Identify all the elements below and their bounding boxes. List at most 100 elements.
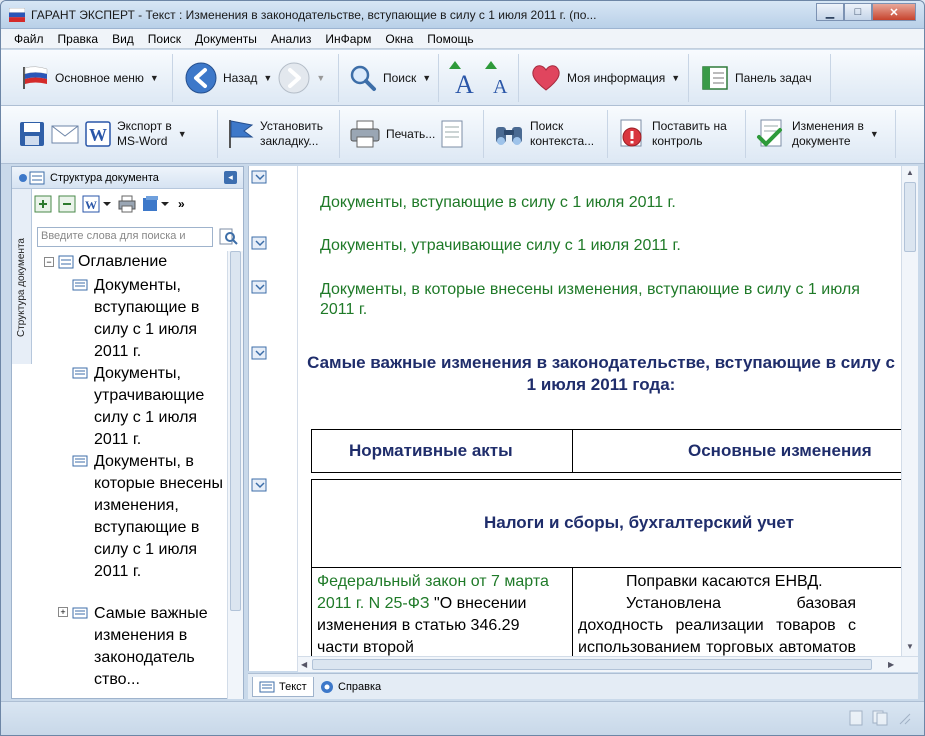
structure-scrollbar[interactable] bbox=[227, 251, 243, 699]
search-go-icon[interactable] bbox=[218, 227, 238, 247]
scroll-right-icon[interactable]: ▶ bbox=[888, 660, 894, 669]
menu-bar: Файл Правка Вид Поиск Документы Анализ И… bbox=[1, 29, 924, 49]
export-word-label[interactable]: Экспорт в MS-Word bbox=[117, 119, 172, 149]
paragraph-marker-icon[interactable] bbox=[251, 236, 267, 250]
print-button[interactable]: Печать... bbox=[344, 110, 484, 158]
more-tools-icon[interactable]: » bbox=[178, 197, 185, 211]
chevron-down-icon[interactable]: ▼ bbox=[178, 129, 187, 139]
paragraph-marker-icon[interactable] bbox=[251, 170, 267, 184]
set-bookmark-button[interactable]: Установить закладку... bbox=[220, 110, 340, 158]
document-vscrollbar[interactable]: ▲ ▼ bbox=[901, 166, 918, 656]
chevron-down-icon: ▼ bbox=[263, 73, 273, 83]
doc-link-amended[interactable]: Документы, в которые внесены изменения, … bbox=[320, 280, 890, 320]
svg-text:W: W bbox=[89, 125, 107, 145]
tree-item[interactable]: Документы, вступающие в силу с 1 июля 20… bbox=[94, 275, 227, 363]
main-menu-button[interactable]: Основное меню ▼ bbox=[15, 54, 173, 102]
my-info-label: Моя информация bbox=[567, 70, 666, 85]
expand-node-icon[interactable]: + bbox=[58, 607, 68, 617]
menu-help[interactable]: Помощь bbox=[420, 32, 480, 46]
word-icon[interactable]: W bbox=[85, 121, 111, 147]
menu-edit[interactable]: Правка bbox=[51, 32, 106, 46]
expand-all-icon[interactable] bbox=[34, 195, 52, 213]
search-button[interactable]: Поиск ▼ bbox=[343, 54, 439, 102]
tree-item[interactable]: Самые важные изменения в законодатель ст… bbox=[94, 603, 227, 691]
tab-text[interactable]: Текст bbox=[252, 677, 314, 697]
word-export-icon[interactable]: W bbox=[82, 195, 112, 213]
ctx-line1: Поиск bbox=[530, 119, 564, 133]
print-label: Печать... bbox=[386, 126, 436, 141]
print-icon[interactable] bbox=[118, 195, 136, 213]
chevron-down-icon: ▼ bbox=[869, 129, 879, 139]
doc-link-losing-force[interactable]: Документы, утрачивающие силу с 1 июля 20… bbox=[320, 236, 890, 256]
bookmark-line1: Установить bbox=[260, 119, 323, 133]
status-copy-icon[interactable] bbox=[872, 710, 888, 726]
tree-root[interactable]: − Оглавление bbox=[44, 253, 167, 271]
export-line2: MS-Word bbox=[117, 134, 168, 148]
structure-vertical-tab[interactable]: Структура документа bbox=[12, 189, 32, 364]
document-changes-button[interactable]: Изменения в документе ▼ bbox=[750, 110, 896, 158]
task-panel-button[interactable]: Панель задач bbox=[695, 54, 831, 102]
tab-reference[interactable]: Справка bbox=[314, 677, 387, 697]
save-icon[interactable] bbox=[19, 121, 45, 147]
document-hscrollbar[interactable]: ◀ ▶ bbox=[298, 656, 918, 672]
paragraph-marker-icon[interactable] bbox=[251, 478, 267, 492]
collapse-node-icon[interactable]: − bbox=[44, 257, 54, 267]
tree-item[interactable]: Документы, в которые внесены изменения, … bbox=[94, 451, 227, 583]
forward-arrow-icon[interactable] bbox=[278, 62, 310, 94]
context-search-label: Поиск контекста... bbox=[530, 119, 594, 149]
table-divider bbox=[572, 430, 573, 472]
changes-label: Изменения в документе bbox=[792, 119, 864, 149]
bookmark-label: Установить закладку... bbox=[260, 119, 323, 149]
decrease-font-icon[interactable]: A bbox=[485, 61, 515, 95]
email-icon[interactable] bbox=[51, 123, 79, 145]
maximize-button[interactable]: □ bbox=[844, 3, 872, 21]
window-title: ГАРАНТ ЭКСПЕРТ - Текст : Изменения в зак… bbox=[31, 8, 597, 22]
minimize-button[interactable]: ▁ bbox=[816, 3, 844, 21]
doc-link-entering-force[interactable]: Документы, вступающие в силу с 1 июля 20… bbox=[320, 193, 890, 213]
print-preview-icon[interactable] bbox=[441, 120, 463, 148]
vertical-tab-label: Структура документа bbox=[16, 238, 27, 337]
tab-text-label: Текст bbox=[279, 680, 307, 693]
back-button[interactable]: Назад ▼ ▼ bbox=[179, 54, 339, 102]
structure-search-input[interactable]: Введите слова для поиска и bbox=[37, 227, 213, 247]
scroll-up-icon[interactable]: ▲ bbox=[906, 168, 914, 177]
task-panel-icon bbox=[702, 66, 728, 90]
structure-icon bbox=[19, 171, 45, 184]
increase-font-icon[interactable]: A bbox=[449, 61, 479, 95]
menu-search[interactable]: Поиск bbox=[141, 32, 188, 46]
document-check-icon bbox=[757, 119, 782, 147]
col-main-changes: Основные изменения bbox=[688, 441, 872, 460]
close-button[interactable]: ✕ bbox=[872, 3, 916, 21]
menu-view[interactable]: Вид bbox=[105, 32, 141, 46]
document-hscroll-thumb[interactable] bbox=[312, 659, 872, 670]
document-vscroll-thumb[interactable] bbox=[904, 182, 916, 252]
document-node-icon bbox=[72, 607, 88, 619]
control-line1: Поставить на bbox=[652, 119, 727, 133]
paragraph-marker-icon[interactable] bbox=[251, 346, 267, 360]
chevron-down-icon: ▼ bbox=[316, 73, 326, 83]
collapse-panel-icon[interactable]: ◂ bbox=[224, 171, 237, 184]
menu-analysis[interactable]: Анализ bbox=[264, 32, 319, 46]
tree-item[interactable]: Документы, утрачивающие силу с 1 июля 20… bbox=[94, 363, 227, 451]
search-label: Поиск bbox=[383, 70, 417, 85]
scroll-down-icon[interactable]: ▼ bbox=[906, 642, 914, 651]
change-text-2: Установлена базовая доходность реализаци… bbox=[578, 595, 856, 656]
structure-scroll-thumb[interactable] bbox=[230, 251, 241, 611]
doc-heading: Самые важные изменения в законодательств… bbox=[307, 353, 895, 394]
paragraph-marker-icon[interactable] bbox=[251, 280, 267, 294]
my-info-button[interactable]: Моя информация ▼ bbox=[525, 54, 689, 102]
menu-windows[interactable]: Окна bbox=[378, 32, 420, 46]
menu-file[interactable]: Файл bbox=[7, 32, 51, 46]
control-label: Поставить на контроль bbox=[652, 119, 727, 149]
status-document-icon[interactable] bbox=[848, 710, 864, 726]
menu-infarm[interactable]: ИнФарм bbox=[318, 32, 378, 46]
menu-documents[interactable]: Документы bbox=[188, 32, 264, 46]
options-icon[interactable] bbox=[142, 195, 172, 213]
scroll-left-icon[interactable]: ◀ bbox=[301, 660, 307, 669]
collapse-all-icon[interactable] bbox=[58, 195, 76, 213]
context-search-button[interactable]: Поиск контекста... bbox=[488, 110, 608, 158]
status-resize-grip-icon[interactable] bbox=[896, 710, 912, 726]
export-group: W Экспорт в MS-Word ▼ bbox=[13, 110, 218, 158]
put-on-control-button[interactable]: Поставить на контроль bbox=[612, 110, 746, 158]
magnifier-icon bbox=[350, 65, 376, 91]
